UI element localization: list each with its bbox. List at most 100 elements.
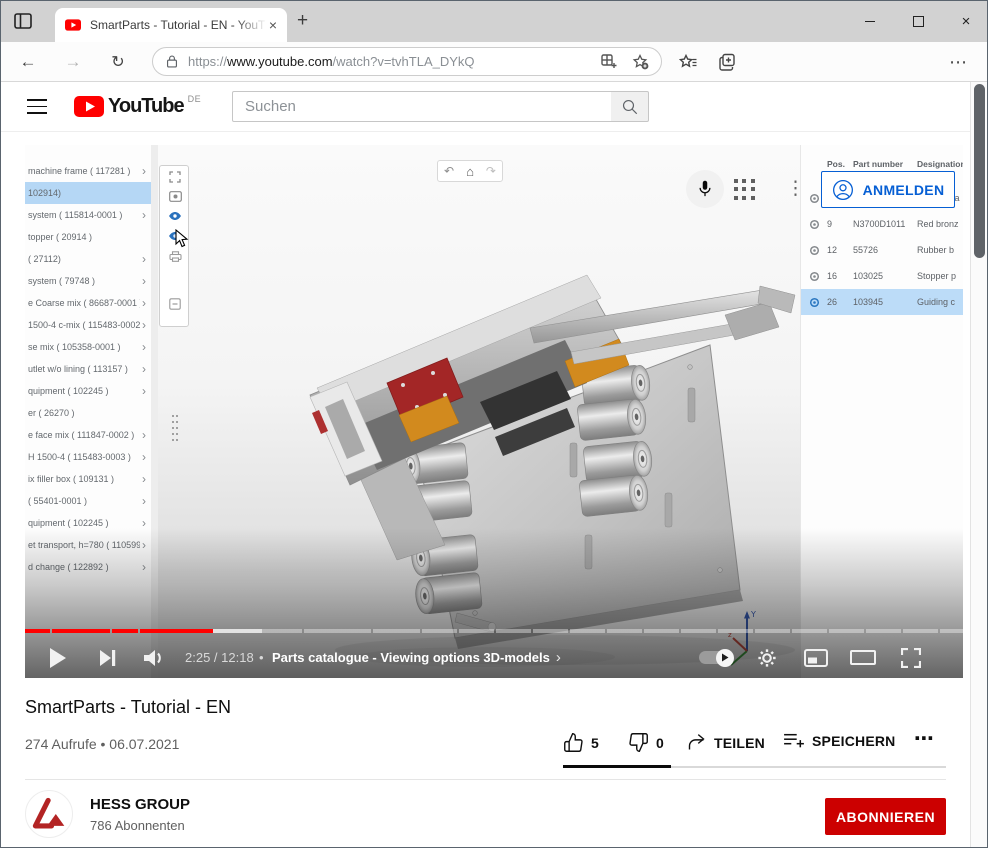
tree-item[interactable]: 1500-4 c-mix ( 115483-0002 )› [25,314,151,336]
print-icon[interactable] [160,251,190,262]
progress-chapter-segment[interactable] [25,629,50,633]
play-button[interactable] [45,637,71,678]
back-button[interactable]: ← [15,50,41,74]
miniplayer-button[interactable] [801,637,831,678]
progress-chapter-segment[interactable] [570,629,605,633]
next-button[interactable] [95,637,121,678]
page-scrollbar[interactable] [970,82,988,848]
progress-chapter-segment[interactable] [829,629,864,633]
tree-item[interactable]: utlet w/o lining ( 113157 )› [25,358,151,380]
chapter-button[interactable]: Parts catalogue - Viewing options 3D-mod… [272,637,561,678]
progress-chapter-segment[interactable] [644,629,679,633]
show-all-eye-icon[interactable] [160,211,190,221]
progress-chapter-segment[interactable] [792,629,827,633]
tree-item[interactable]: e face mix ( 111847-0002 )› [25,424,151,446]
tree-item[interactable]: machine frame ( 117281 )› [25,160,151,182]
refresh-button[interactable]: ↻ [105,50,131,74]
tree-item[interactable]: ix filler box ( 109131 )› [25,468,151,490]
panel-splitter-handle[interactable] [171,413,179,443]
fit-view-icon[interactable] [160,171,190,183]
tree-item[interactable]: quipment ( 102245 )› [25,380,151,402]
youtube-apps-button[interactable] [734,179,756,201]
home-view-icon[interactable]: ⌂ [466,165,474,178]
browser-menu-button[interactable]: ⋯ [946,51,970,73]
progress-chapter-segment[interactable] [940,629,963,633]
progress-chapter-segment[interactable] [903,629,938,633]
progress-chapter-segment[interactable] [866,629,901,633]
scrollbar-thumb[interactable] [974,84,985,258]
fullscreen-button[interactable] [896,637,926,678]
youtube-logo[interactable]: YouTube DE [74,96,201,117]
progress-chapter-segment[interactable] [304,629,371,633]
address-bar[interactable]: https://www.youtube.com/watch?v=tvhTLA_D… [152,47,662,76]
channel-name[interactable]: HESS GROUP [90,796,190,813]
tree-item[interactable]: ( 55401-0001 )› [25,490,151,512]
maximize-button[interactable] [900,10,936,32]
search-button[interactable] [611,91,649,122]
share-button[interactable]: TEILEN [686,732,765,753]
browser-tab[interactable]: SmartParts - Tutorial - EN - YouT × [55,8,287,42]
like-button[interactable]: 5 [563,732,599,753]
tree-item[interactable]: e Coarse mix ( 86687-0001 )› [25,292,151,314]
tree-item[interactable]: H 1500-4 ( 115483-0003 )› [25,446,151,468]
redo-icon[interactable]: ↷ [486,165,496,177]
tree-item[interactable]: se mix ( 105358-0001 )› [25,336,151,358]
youtube-settings-menu-button[interactable]: ⋮ [786,177,798,200]
tab-actions-menu-button[interactable] [11,10,35,32]
guide-menu-icon[interactable] [27,99,47,114]
progress-chapter-segment[interactable] [533,629,568,633]
dislike-button[interactable]: 0 [628,732,664,753]
save-button[interactable]: SPEICHERN [783,732,895,750]
new-tab-button[interactable]: + [297,10,308,32]
progress-chapter-segment[interactable] [112,629,138,633]
workspaces-icon[interactable] [601,54,617,70]
progress-chapter-segment[interactable] [681,629,716,633]
more-actions-button[interactable]: ⋯ [914,726,935,751]
subscribe-button[interactable]: ABONNIEREN [825,798,946,835]
progress-chapter-segment[interactable] [755,629,790,633]
volume-button[interactable] [141,637,169,678]
progress-chapter-segment[interactable] [52,629,110,633]
voice-search-button[interactable] [686,170,724,208]
tree-item[interactable]: system ( 79748 )› [25,270,151,292]
progress-chapter-segment[interactable] [422,629,457,633]
progress-chapter-segment[interactable] [459,629,494,633]
tree-item[interactable]: topper ( 20914 ) [25,226,151,248]
progress-chapter-segment[interactable] [607,629,642,633]
collapse-panel-icon[interactable] [160,298,190,310]
part-options-gear-icon[interactable] [801,271,827,282]
autoplay-toggle[interactable] [696,637,734,678]
settings-button[interactable] [753,637,781,678]
part-options-gear-icon[interactable] [801,245,827,256]
tree-item[interactable]: system ( 115814-0001 )› [25,204,151,226]
progress-chapter-segment[interactable] [373,629,420,633]
signin-button[interactable]: ANMELDEN [821,171,955,208]
minimize-button[interactable] [852,10,888,32]
parts-table-row[interactable]: 26103945Guiding c [801,289,963,315]
parts-table-header: Pos. Part number Designation [801,159,963,169]
theater-mode-button[interactable] [848,637,878,678]
progress-chapter-segment[interactable] [140,629,302,633]
tree-item[interactable]: er ( 26270 ) [25,402,151,424]
progress-chapter-segment[interactable] [718,629,753,633]
channel-avatar[interactable] [25,790,73,838]
tab-close-icon[interactable]: × [267,18,279,32]
add-favorite-icon[interactable] [632,54,649,70]
parts-table-row[interactable]: 9N3700D1011Red bronz [801,211,963,237]
tree-item[interactable]: ( 27112)› [25,248,151,270]
parts-table-row[interactable]: 16103025Stopper p [801,263,963,289]
collections-icon[interactable] [716,51,740,73]
screenshot-icon[interactable] [160,191,190,202]
part-options-gear-icon[interactable] [801,219,827,230]
parts-table-row[interactable]: 1255726Rubber b [801,237,963,263]
video-player[interactable]: machine frame ( 117281 )›102914)system (… [25,145,963,678]
url-text[interactable]: https://www.youtube.com/watch?v=tvhTLA_D… [188,54,475,69]
favorites-icon[interactable] [676,51,700,73]
window-close-button[interactable]: × [948,10,984,32]
search-input[interactable]: Suchen [232,91,612,122]
progress-bar[interactable] [25,629,963,633]
part-options-gear-icon[interactable] [801,297,827,308]
progress-chapter-segment[interactable] [496,629,531,633]
undo-icon[interactable]: ↶ [444,165,454,177]
tree-item[interactable]: 102914) [25,182,151,204]
